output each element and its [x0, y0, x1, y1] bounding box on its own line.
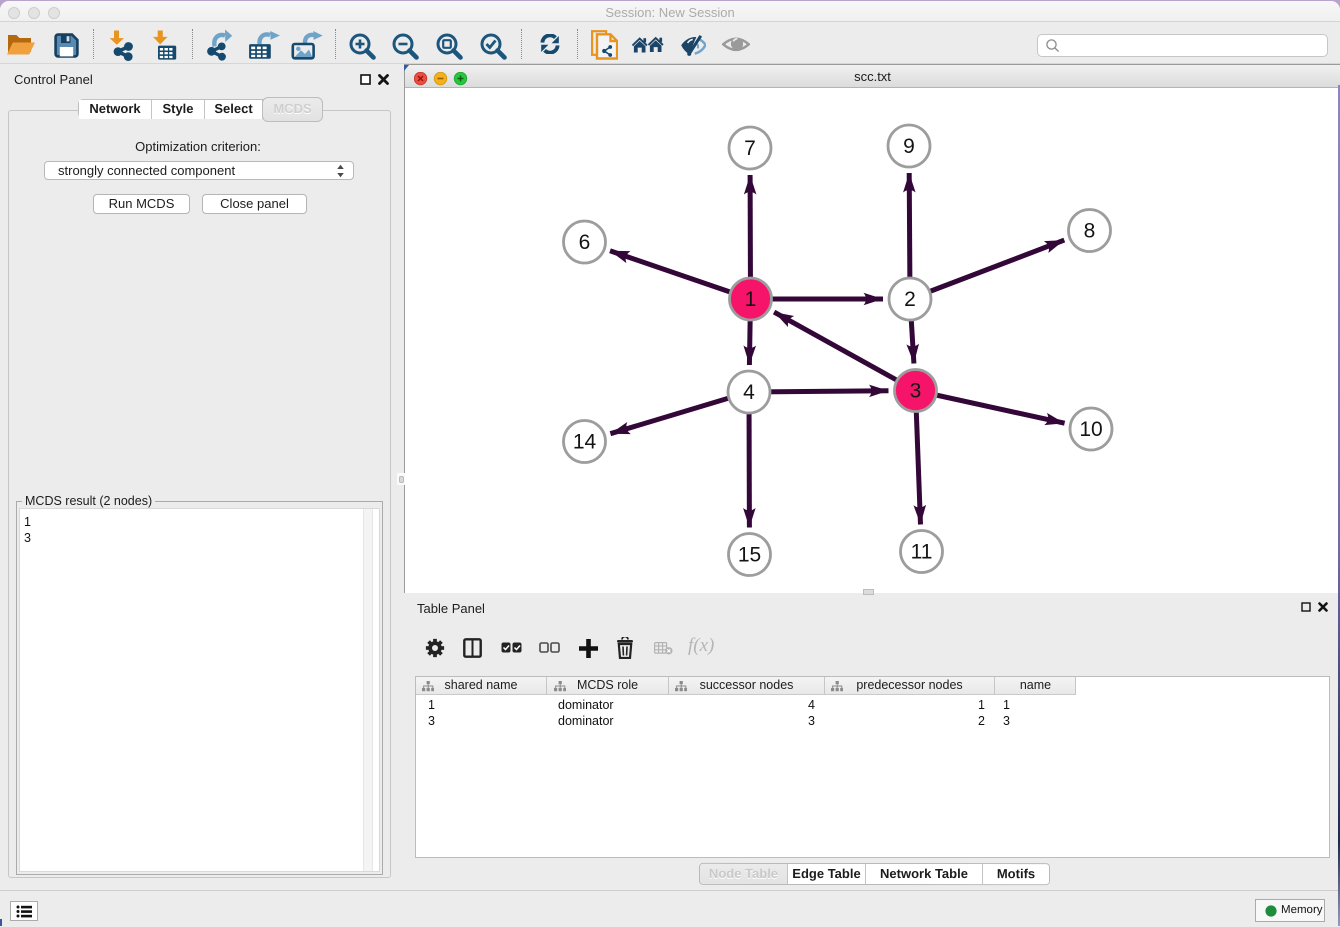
- svg-text:14: 14: [573, 431, 597, 454]
- svg-text:2: 2: [904, 288, 916, 311]
- svg-text:7: 7: [744, 137, 756, 160]
- svg-text:11: 11: [911, 541, 933, 564]
- svg-text:15: 15: [738, 544, 761, 567]
- svg-text:1: 1: [745, 288, 757, 311]
- svg-text:10: 10: [1079, 418, 1102, 441]
- svg-text:8: 8: [1084, 220, 1096, 243]
- svg-text:6: 6: [579, 231, 591, 254]
- svg-text:4: 4: [743, 381, 755, 404]
- svg-text:3: 3: [910, 380, 922, 403]
- svg-text:9: 9: [903, 135, 915, 158]
